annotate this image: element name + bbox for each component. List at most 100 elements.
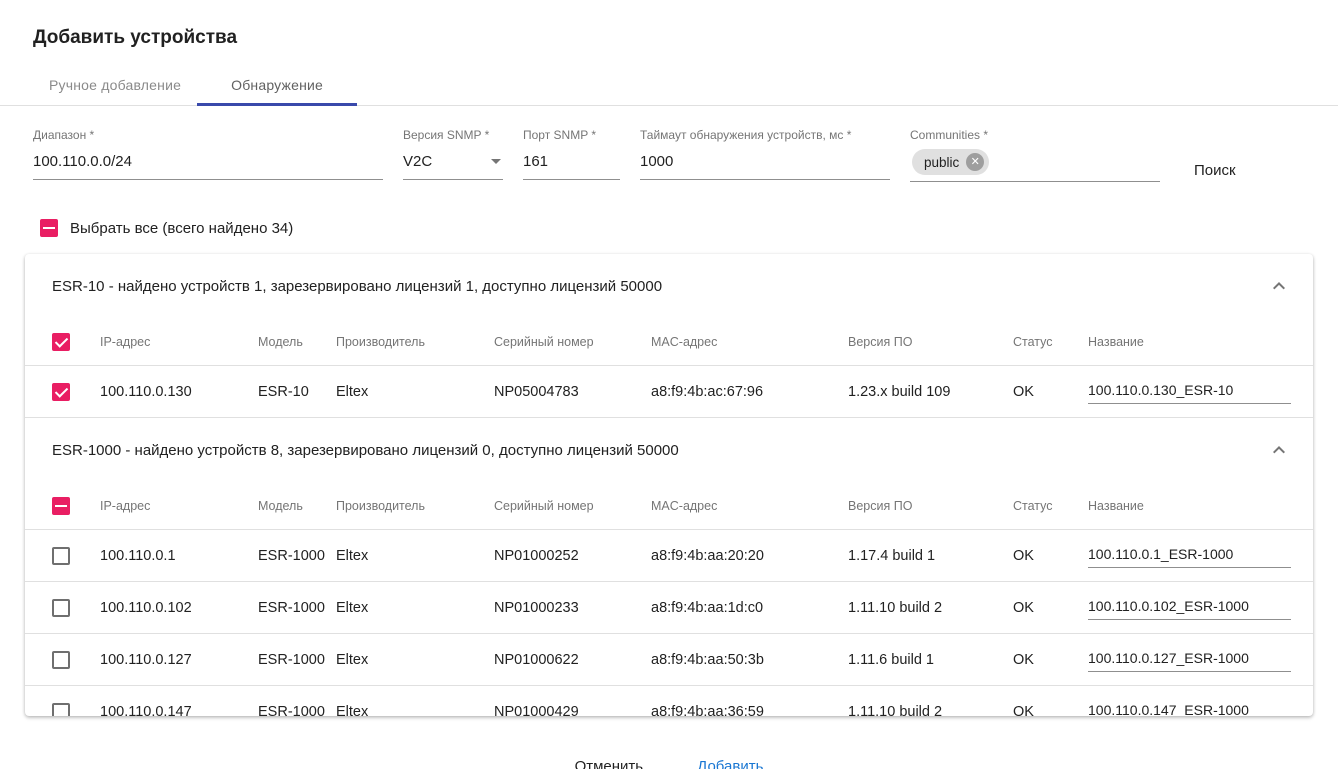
tab-manual-add[interactable]: Ручное добавление xyxy=(33,65,197,105)
snmp-version-field: Версия SNMP * V2C xyxy=(403,128,503,180)
communities-label: Communities * xyxy=(910,128,1160,142)
row-name-input[interactable] xyxy=(1088,380,1291,404)
cell-model: ESR-1000 xyxy=(258,652,336,668)
snmp-port-label: Порт SNMP * xyxy=(523,128,620,142)
tab-discovery[interactable]: Обнаружение xyxy=(197,65,357,105)
cell-status: OK xyxy=(1013,600,1088,616)
table-row: 100.110.0.130 ESR-10 Eltex NP05004783 a8… xyxy=(25,366,1313,418)
range-input[interactable] xyxy=(33,149,383,180)
cell-firmware: 1.11.10 build 2 xyxy=(848,704,1013,717)
row-checkbox[interactable] xyxy=(52,547,70,565)
cell-model: ESR-1000 xyxy=(258,548,336,564)
column-header: MAC-адрес xyxy=(651,499,848,513)
row-checkbox[interactable] xyxy=(52,651,70,669)
cell-status: OK xyxy=(1013,652,1088,668)
cell-model: ESR-1000 xyxy=(258,600,336,616)
cell-model: ESR-10 xyxy=(258,384,336,400)
row-name-input[interactable] xyxy=(1088,700,1291,717)
communities-field: Communities * public ✕ xyxy=(910,128,1160,182)
row-name-input[interactable] xyxy=(1088,544,1291,568)
table-header-row: IP-адресМодельПроизводительСерийный номе… xyxy=(25,482,1313,530)
snmp-version-label: Версия SNMP * xyxy=(403,128,503,142)
cell-vendor: Eltex xyxy=(336,704,494,717)
cell-serial: NP01000252 xyxy=(494,548,651,564)
column-header: Версия ПО xyxy=(848,335,1013,349)
cancel-button[interactable]: Отменить xyxy=(565,750,654,769)
range-field: Диапазон * xyxy=(33,128,383,180)
cell-mac: a8:f9:4b:ac:67:96 xyxy=(651,384,848,400)
footer-actions: Отменить Добавить xyxy=(0,737,1338,769)
cell-vendor: Eltex xyxy=(336,600,494,616)
community-chip-label: public xyxy=(924,155,959,170)
timeout-input[interactable] xyxy=(640,149,890,180)
timeout-label: Таймаут обнаружения устройств, мс * xyxy=(640,128,890,142)
chevron-up-icon[interactable] xyxy=(1267,274,1291,298)
remove-community-icon[interactable]: ✕ xyxy=(966,153,984,171)
column-header: Модель xyxy=(258,499,336,513)
column-header: Производитель xyxy=(336,499,494,513)
snmp-port-input[interactable] xyxy=(523,149,620,180)
table-rows: 100.110.0.130 ESR-10 Eltex NP05004783 a8… xyxy=(25,366,1313,418)
snmp-version-value: V2C xyxy=(403,153,432,170)
cell-serial: NP01000429 xyxy=(494,704,651,717)
device-group: ESR-10 - найдено устройств 1, зарезервир… xyxy=(25,254,1313,418)
column-header: Название xyxy=(1088,335,1291,349)
community-chip: public ✕ xyxy=(912,149,989,175)
range-label: Диапазон * xyxy=(33,128,383,142)
select-all-label: Выбрать все (всего найдено 34) xyxy=(70,220,293,237)
select-all-checkbox[interactable] xyxy=(40,219,58,237)
group-title: ESR-1000 - найдено устройств 8, зарезерв… xyxy=(52,442,679,459)
device-group: ESR-1000 - найдено устройств 8, зарезерв… xyxy=(25,418,1313,716)
table-row: 100.110.0.102 ESR-1000 Eltex NP01000233 … xyxy=(25,582,1313,634)
dropdown-arrow-icon xyxy=(491,159,501,164)
cell-ip: 100.110.0.1 xyxy=(100,548,258,564)
cell-serial: NP05004783 xyxy=(494,384,651,400)
cell-status: OK xyxy=(1013,548,1088,564)
cell-serial: NP01000233 xyxy=(494,600,651,616)
row-name-input[interactable] xyxy=(1088,596,1291,620)
cell-vendor: Eltex xyxy=(336,384,494,400)
column-header: MAC-адрес xyxy=(651,335,848,349)
column-header: Версия ПО xyxy=(848,499,1013,513)
cell-firmware: 1.17.4 build 1 xyxy=(848,548,1013,564)
column-header: Статус xyxy=(1013,499,1088,513)
column-header: IP-адрес xyxy=(100,335,258,349)
table-row: 100.110.0.127 ESR-1000 Eltex NP01000622 … xyxy=(25,634,1313,686)
cell-mac: a8:f9:4b:aa:50:3b xyxy=(651,652,848,668)
communities-input[interactable]: public ✕ xyxy=(910,149,1160,182)
column-header: IP-адрес xyxy=(100,499,258,513)
row-name-input[interactable] xyxy=(1088,648,1291,672)
column-header: Статус xyxy=(1013,335,1088,349)
cell-ip: 100.110.0.102 xyxy=(100,600,258,616)
cell-ip: 100.110.0.147 xyxy=(100,704,258,717)
cell-mac: a8:f9:4b:aa:1d:c0 xyxy=(651,600,848,616)
column-header: Название xyxy=(1088,499,1291,513)
cell-mac: a8:f9:4b:aa:36:59 xyxy=(651,704,848,717)
add-button[interactable]: Добавить xyxy=(687,750,773,769)
column-header: Модель xyxy=(258,335,336,349)
snmp-version-select[interactable]: V2C xyxy=(403,149,503,180)
tabs: Ручное добавление Обнаружение xyxy=(0,65,1338,106)
timeout-field: Таймаут обнаружения устройств, мс * xyxy=(640,128,890,180)
table-row: 100.110.0.147 ESR-1000 Eltex NP01000429 … xyxy=(25,686,1313,716)
row-checkbox[interactable] xyxy=(52,383,70,401)
group-title: ESR-10 - найдено устройств 1, зарезервир… xyxy=(52,278,662,295)
search-button[interactable]: Поиск xyxy=(1186,156,1244,185)
table-row: 100.110.0.1 ESR-1000 Eltex NP01000252 a8… xyxy=(25,530,1313,582)
row-checkbox[interactable] xyxy=(52,703,70,717)
cell-ip: 100.110.0.127 xyxy=(100,652,258,668)
group-header[interactable]: ESR-1000 - найдено устройств 8, зарезерв… xyxy=(25,418,1313,482)
table-header-row: IP-адресМодельПроизводительСерийный номе… xyxy=(25,318,1313,366)
device-groups: ESR-10 - найдено устройств 1, зарезервир… xyxy=(25,254,1313,716)
group-header[interactable]: ESR-10 - найдено устройств 1, зарезервир… xyxy=(25,254,1313,318)
page-title: Добавить устройства xyxy=(33,27,1338,49)
cell-status: OK xyxy=(1013,384,1088,400)
select-all-row: Выбрать все (всего найдено 34) xyxy=(40,219,1338,237)
group-select-checkbox[interactable] xyxy=(52,497,70,515)
row-checkbox[interactable] xyxy=(52,599,70,617)
cell-firmware: 1.23.x build 109 xyxy=(848,384,1013,400)
cell-ip: 100.110.0.130 xyxy=(100,384,258,400)
column-header: Производитель xyxy=(336,335,494,349)
chevron-up-icon[interactable] xyxy=(1267,438,1291,462)
group-select-checkbox[interactable] xyxy=(52,333,70,351)
